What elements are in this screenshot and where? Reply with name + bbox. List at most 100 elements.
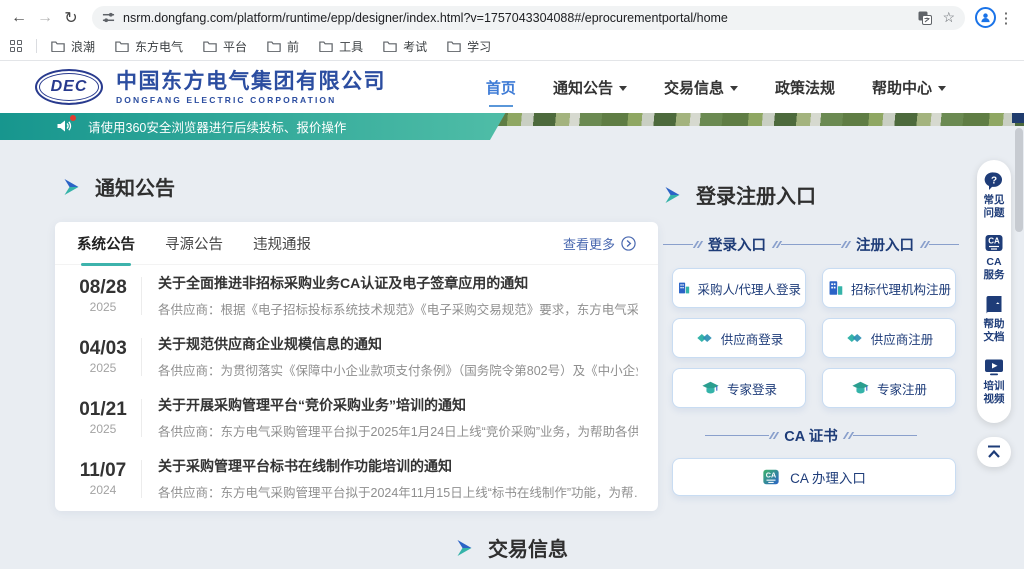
- site-settings-icon[interactable]: [102, 11, 115, 24]
- register-entry-header: 注册入口: [811, 234, 959, 255]
- graduation-cap-icon: [851, 379, 870, 397]
- announcement-desc: 各供应商：东方电气采购管理平台拟于2025年1月24日上线“竞价采购”业务，为帮…: [158, 421, 638, 440]
- announcement-title[interactable]: 关于采购管理平台标书在线制作功能培训的通知: [158, 456, 638, 476]
- scrollbar-thumb[interactable]: [1015, 128, 1023, 232]
- back-to-top-button[interactable]: [977, 437, 1011, 467]
- bookmark-folder[interactable]: 东方电气: [115, 38, 183, 55]
- training-videos-widget[interactable]: 培训视频: [982, 357, 1006, 406]
- ca-service-widget[interactable]: CA CA服务: [982, 233, 1006, 282]
- building-icon: [827, 279, 844, 297]
- faq-widget[interactable]: ? 常见问题: [982, 171, 1006, 220]
- graduation-cap-icon: [701, 379, 720, 397]
- bookmark-folder[interactable]: 考试: [383, 38, 427, 55]
- announcement-title[interactable]: 关于开展采购管理平台“竞价采购业务”培训的通知: [158, 395, 638, 415]
- announcement-title[interactable]: 关于规范供应商企业规模信息的通知: [158, 334, 638, 354]
- announcement-row[interactable]: 04/03 2025 关于规范供应商企业规模信息的通知 各供应商：为贯彻落实《保…: [55, 326, 658, 387]
- question-icon: ?: [984, 171, 1004, 191]
- circle-arrow-icon: [621, 236, 636, 251]
- announcement-date: 08/28 2025: [75, 277, 131, 314]
- forward-button[interactable]: →: [32, 5, 58, 31]
- announcement-desc: 各供应商：为贯彻落实《保障中小企业款项支付条例》（国务院令第802号）及《中小企…: [158, 360, 638, 379]
- building-icon: [677, 279, 691, 297]
- tab-sourcing-announcements[interactable]: 寻源公告: [165, 233, 223, 254]
- purchaser-agent-login-button[interactable]: 采购人/代理人登录: [672, 268, 806, 308]
- browser-notice-ribbon: 请使用360安全浏览器进行后续投标、报价操作: [0, 112, 506, 140]
- announcement-row[interactable]: 08/28 2025 关于全面推进非招标采购业务CA认证及电子签章应用的通知 各…: [55, 265, 658, 326]
- bidding-agency-register-button[interactable]: 招标代理机构注册: [822, 268, 956, 308]
- floating-side-toolbar: ? 常见问题 CA CA服务 帮助文档 培训视频: [977, 160, 1011, 423]
- ca-badge-icon: CA: [984, 233, 1004, 253]
- book-icon: [984, 295, 1004, 315]
- expert-register-button[interactable]: 专家注册: [822, 368, 956, 408]
- announcement-row[interactable]: 11/07 2024 关于采购管理平台标书在线制作功能培训的通知 各供应商：东方…: [55, 448, 658, 509]
- nav-policies[interactable]: 政策法规: [775, 77, 835, 98]
- section-chevron-icon: [663, 186, 682, 204]
- back-button[interactable]: ←: [6, 5, 32, 31]
- divider: [141, 338, 142, 376]
- nav-trade-info[interactable]: 交易信息: [664, 77, 738, 98]
- section-chevron-icon: [62, 178, 81, 196]
- back-to-top-icon: [985, 444, 1003, 460]
- tab-system-announcements[interactable]: 系统公告: [77, 233, 135, 254]
- announcements-tabbar: 系统公告 寻源公告 违规通报 查看更多: [55, 222, 658, 265]
- divider: [141, 460, 142, 498]
- help-docs-widget[interactable]: 帮助文档: [982, 295, 1006, 344]
- caret-down-icon: [730, 86, 738, 91]
- bookmark-folder[interactable]: 前: [267, 38, 299, 55]
- ca-certificate-header: CA 证书: [663, 425, 959, 446]
- bookmarks-divider: [36, 39, 37, 53]
- hero-banner-edge: [1012, 113, 1024, 123]
- announcement-date: 04/03 2025: [75, 338, 131, 375]
- login-entry-header: 登录入口: [663, 234, 811, 255]
- trade-info-section-title: 交易信息: [455, 533, 568, 562]
- address-bar[interactable]: nsrm.dongfang.com/platform/runtime/epp/d…: [92, 6, 965, 30]
- profile-avatar[interactable]: [975, 7, 996, 28]
- svg-text:?: ?: [991, 176, 997, 187]
- supplier-login-button[interactable]: 供应商登录: [672, 318, 806, 358]
- translate-icon[interactable]: [918, 11, 932, 25]
- video-play-icon: [984, 357, 1004, 377]
- handshake-icon: [845, 329, 864, 347]
- announcement-title[interactable]: 关于全面推进非招标采购业务CA认证及电子签章应用的通知: [158, 273, 638, 293]
- announcement-row[interactable]: 01/21 2025 关于开展采购管理平台“竞价采购业务”培训的通知 各供应商：…: [55, 387, 658, 448]
- ca-apply-button[interactable]: CA CA 办理入口: [672, 458, 956, 496]
- apps-grid-icon[interactable]: [10, 40, 22, 52]
- bookmark-folder[interactable]: 工具: [319, 38, 363, 55]
- expert-login-button[interactable]: 专家登录: [672, 368, 806, 408]
- announcement-date: 01/21 2025: [75, 399, 131, 436]
- notice-text: 请使用360安全浏览器进行后续投标、报价操作: [88, 117, 346, 136]
- divider: [141, 399, 142, 437]
- nav-help-center[interactable]: 帮助中心: [872, 77, 946, 98]
- site-header: DEC 中国东方电气集团有限公司 DONGFANG ELECTRIC CORPO…: [0, 61, 1024, 113]
- view-more-link[interactable]: 查看更多: [563, 234, 636, 253]
- bookmark-folder[interactable]: 浪潮: [51, 38, 95, 55]
- caret-down-icon: [938, 86, 946, 91]
- company-name-block: 中国东方电气集团有限公司 DONGFANG ELECTRIC CORPORATI…: [116, 70, 386, 105]
- browser-menu-icon[interactable]: ⋮: [996, 9, 1016, 27]
- bookmark-folder[interactable]: 平台: [203, 38, 247, 55]
- main-nav: 首页 通知公告 交易信息 政策法规 帮助中心: [486, 77, 1024, 98]
- dec-logo: DEC: [35, 69, 103, 105]
- handshake-icon: [695, 329, 714, 347]
- divider: [141, 277, 142, 315]
- company-name-cn: 中国东方电气集团有限公司: [116, 70, 386, 93]
- bookmark-folder[interactable]: 学习: [447, 38, 491, 55]
- bookmark-star-icon[interactable]: ☆: [942, 9, 955, 26]
- login-register-title: 登录注册入口: [663, 180, 959, 209]
- announcement-desc: 各供应商：东方电气采购管理平台拟于2024年11月15日上线“标书在线制作”功能…: [158, 482, 638, 501]
- speaker-icon: [56, 118, 72, 134]
- browser-chrome: ← → ↻ nsrm.dongfang.com/platform/runtime…: [0, 0, 1024, 61]
- announcements-card: 系统公告 寻源公告 违规通报 查看更多 08/28 2025 关于全面推进非招标…: [55, 222, 658, 511]
- announcement-date: 11/07 2024: [75, 460, 131, 497]
- announcement-desc: 各供应商：根据《电子招标投标系统技术规范》《电子采购交易规范》要求，东方电气采购…: [158, 299, 638, 318]
- ca-badge-icon: CA: [762, 468, 780, 486]
- supplier-register-button[interactable]: 供应商注册: [822, 318, 956, 358]
- nav-home[interactable]: 首页: [486, 77, 516, 98]
- url-text[interactable]: nsrm.dongfang.com/platform/runtime/epp/d…: [123, 11, 910, 25]
- company-name-en: DONGFANG ELECTRIC CORPORATION: [116, 95, 386, 105]
- bookmarks-bar: 浪潮 东方电气 平台 前 工具 考试 学习: [0, 33, 1024, 59]
- nav-announcements[interactable]: 通知公告: [553, 77, 627, 98]
- tab-violation-reports[interactable]: 违规通报: [253, 233, 311, 254]
- reload-button[interactable]: ↻: [58, 5, 84, 31]
- svg-text:CA: CA: [988, 237, 1000, 246]
